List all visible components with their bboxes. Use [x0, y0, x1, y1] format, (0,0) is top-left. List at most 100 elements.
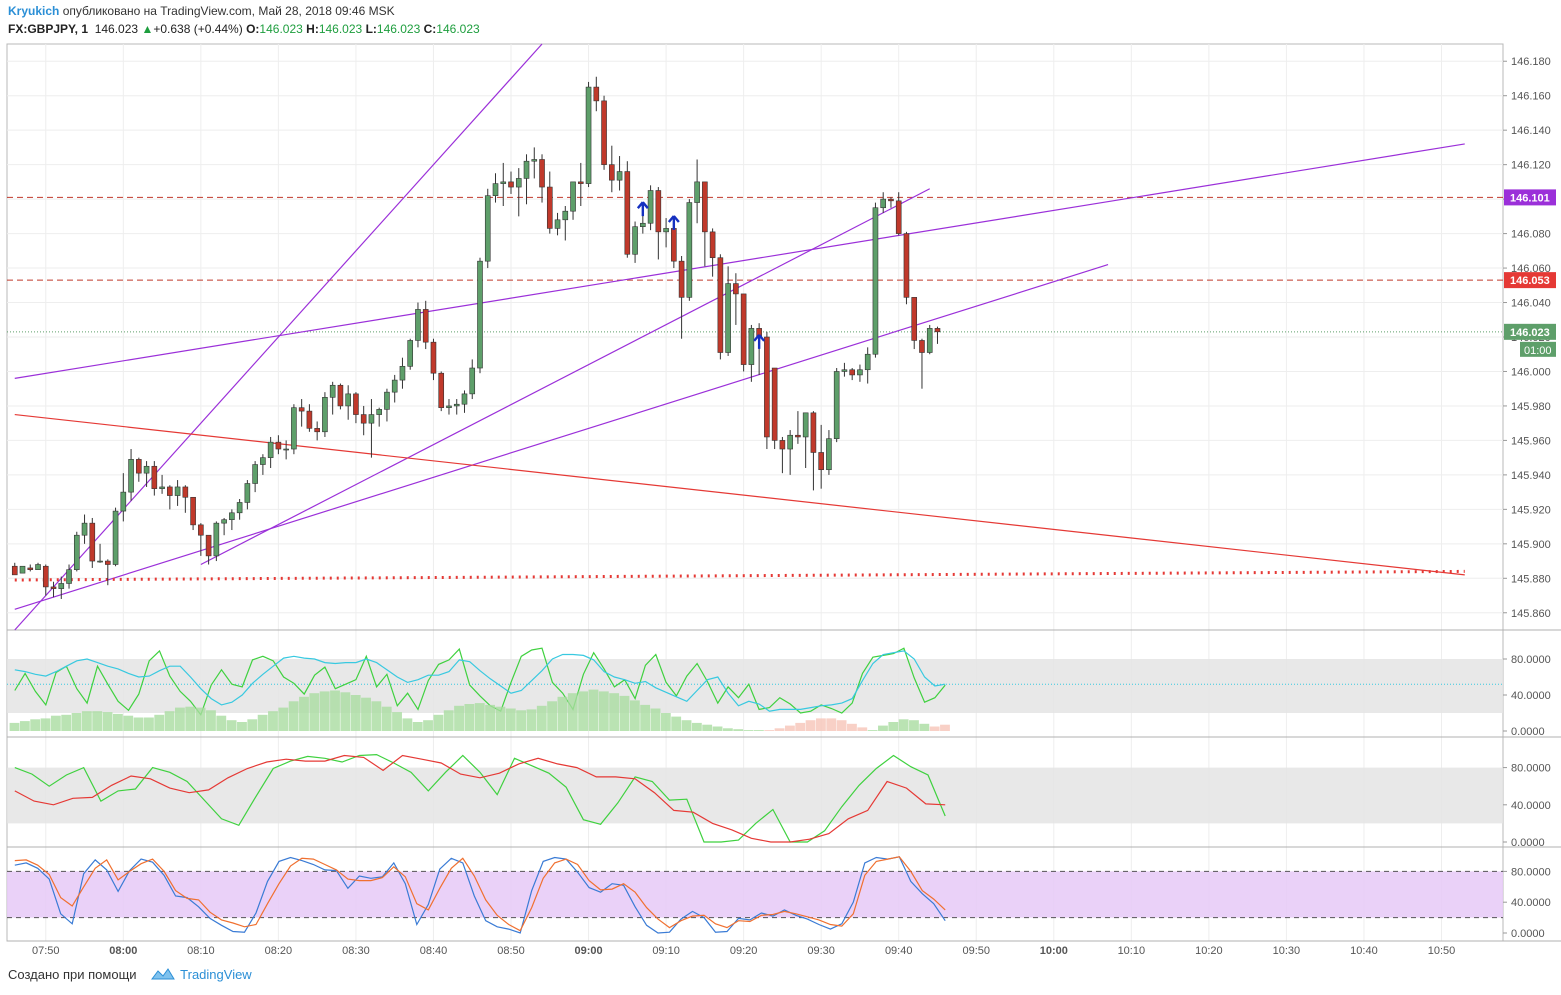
- indicator-tick-label: 40.0000: [1511, 690, 1551, 702]
- x-tick-label: 08:40: [420, 945, 448, 957]
- made-with-text: Создано при помощи: [8, 966, 137, 982]
- histogram-bar: [609, 693, 620, 731]
- histogram-bar: [19, 721, 30, 731]
- histogram-bar: [681, 720, 692, 731]
- indicator-band: [7, 871, 1503, 918]
- tradingview-link[interactable]: TradingView: [180, 967, 252, 982]
- x-tick-label: 08:10: [187, 945, 215, 957]
- candle-body: [89, 522, 96, 562]
- histogram-bar: [526, 709, 537, 731]
- candle-body: [895, 200, 902, 234]
- histogram-bar: [206, 710, 216, 731]
- histogram-bar: [867, 730, 878, 731]
- y-tick-label: 146.000: [1511, 366, 1551, 378]
- x-tick-label: 09:20: [730, 945, 758, 957]
- tradingview-logo-icon[interactable]: [150, 966, 176, 985]
- candle-body: [174, 486, 181, 496]
- candle-body: [422, 309, 429, 343]
- histogram-bar: [133, 717, 144, 731]
- candle-body: [515, 178, 522, 188]
- histogram-bar: [195, 707, 206, 731]
- histogram-bar: [536, 705, 547, 731]
- histogram-bar: [919, 723, 930, 731]
- histogram-bar: [733, 729, 744, 731]
- buy-arrow-icon: [636, 201, 649, 217]
- candle-body: [360, 414, 367, 424]
- candle-body: [407, 340, 414, 367]
- histogram-bar: [805, 720, 816, 731]
- candle-body: [833, 371, 840, 439]
- histogram-bar: [660, 713, 671, 731]
- x-tick-label: 10:40: [1350, 945, 1378, 957]
- candle-body: [105, 560, 111, 565]
- candle-body: [291, 407, 297, 450]
- candle-body: [453, 403, 460, 407]
- histogram-bar: [61, 714, 72, 731]
- candle-body: [686, 202, 693, 298]
- candle-body: [120, 491, 127, 512]
- indicator-tick-label: 80.0000: [1511, 866, 1551, 878]
- candle-body: [50, 586, 57, 589]
- histogram-bar: [392, 712, 402, 731]
- histogram-bar: [567, 693, 578, 731]
- candle-body: [748, 328, 755, 365]
- candle-body: [934, 328, 941, 333]
- candle-body: [112, 510, 119, 565]
- candle-body: [849, 369, 855, 376]
- histogram-bar: [412, 722, 423, 731]
- candle-body: [593, 86, 600, 102]
- indicator-tick-label: 0.0000: [1511, 726, 1545, 738]
- candle-body: [671, 228, 677, 262]
- candle-body: [733, 283, 739, 295]
- trendline: [14, 143, 1465, 379]
- candle-body: [484, 195, 491, 262]
- histogram-bar: [402, 718, 413, 731]
- y-tick-label: 145.920: [1511, 504, 1551, 516]
- candle-body: [826, 438, 832, 471]
- histogram-bar: [547, 701, 558, 731]
- y-tick-label: 145.880: [1511, 573, 1551, 585]
- indicator-tick-label: 40.0000: [1511, 897, 1551, 909]
- x-tick-label: 10:20: [1195, 945, 1223, 957]
- candle-body: [461, 393, 468, 405]
- x-tick-label: 10:00: [1040, 945, 1068, 957]
- candle-body: [97, 560, 103, 563]
- candle-body: [531, 159, 538, 162]
- candle-body: [795, 434, 801, 438]
- candle-body: [577, 181, 584, 184]
- x-tick-label: 08:30: [342, 945, 370, 957]
- candle-body: [779, 440, 786, 450]
- histogram-bar: [598, 691, 609, 731]
- candle-body: [926, 328, 933, 353]
- histogram-bar: [588, 689, 599, 731]
- y-tick-label: 145.980: [1511, 401, 1551, 413]
- candle-body: [740, 293, 747, 365]
- histogram-bar: [123, 715, 134, 731]
- candle-body: [469, 367, 476, 395]
- candle-body: [73, 534, 80, 570]
- candle-body: [841, 369, 848, 372]
- candle-body: [787, 434, 793, 450]
- candle-body: [500, 181, 507, 184]
- histogram-bar: [516, 710, 527, 731]
- candle-body: [19, 565, 26, 574]
- price-label: 146.023: [1510, 327, 1550, 339]
- candle-body: [267, 441, 274, 458]
- candle-body: [492, 183, 499, 196]
- indicator-tick-label: 80.0000: [1511, 654, 1551, 666]
- candle-body: [399, 365, 406, 381]
- candle-body: [562, 210, 569, 221]
- candle-body: [128, 459, 134, 493]
- x-tick-label: 10:50: [1428, 945, 1456, 957]
- y-tick-label: 146.160: [1511, 91, 1551, 103]
- chart-canvas[interactable]: 07:50 08:00 08:10 08:20 08:30 08:40 08:50 09:00…: [0, 0, 1561, 995]
- histogram-bar: [30, 719, 41, 731]
- candle-body: [353, 393, 359, 415]
- y-tick-label: 146.040: [1511, 298, 1551, 310]
- candle-body: [430, 341, 437, 374]
- y-tick-label: 145.900: [1511, 539, 1551, 551]
- y-tick-label: 146.120: [1511, 160, 1551, 172]
- candle-body: [384, 391, 390, 410]
- y-tick-label: 145.860: [1511, 608, 1551, 620]
- histogram-bar: [433, 714, 444, 731]
